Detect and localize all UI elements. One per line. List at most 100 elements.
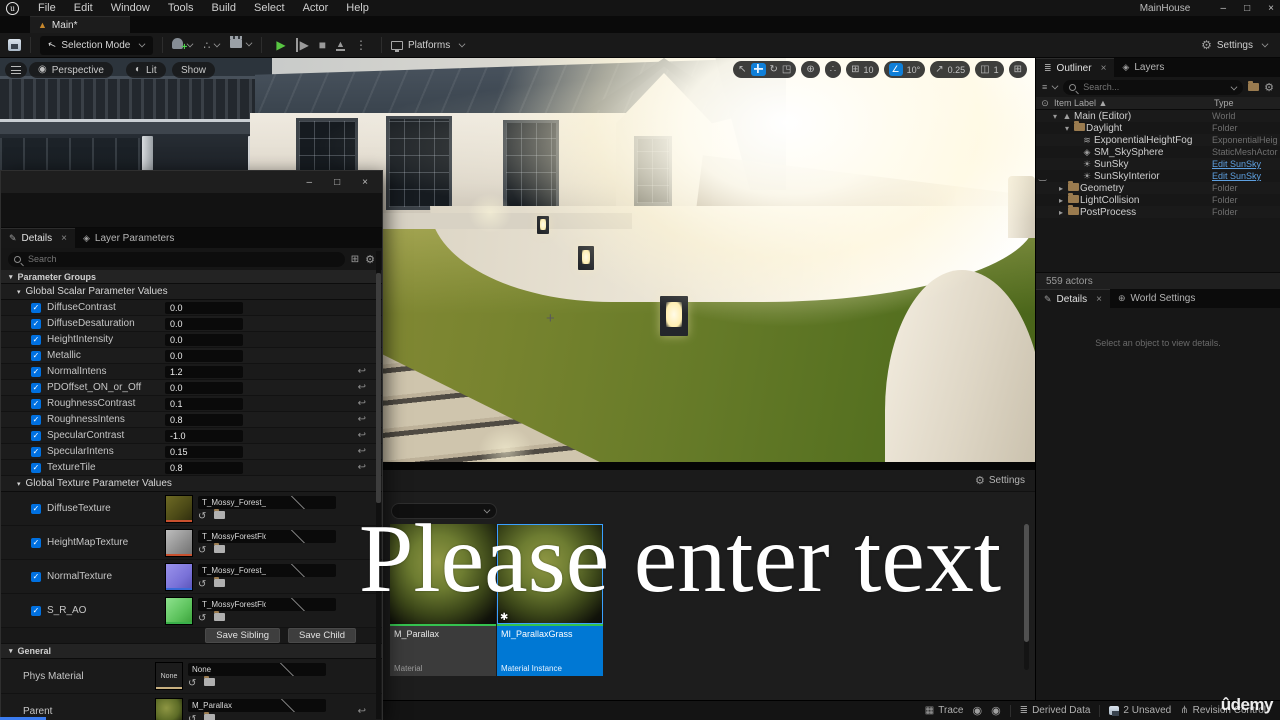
edit-sunsky-link[interactable]: Edit SunSky <box>1212 171 1261 181</box>
browse-to-asset-icon[interactable] <box>204 678 215 689</box>
viewport-options-button[interactable] <box>5 62 27 78</box>
parent-material-thumbnail[interactable] <box>155 698 183 720</box>
grid-snap-control[interactable]: ⊞ 10 <box>846 61 878 78</box>
insights-icon[interactable]: ◉ <box>972 704 982 717</box>
reset-to-default-icon[interactable]: ↩ <box>358 366 366 377</box>
details-search-input[interactable] <box>26 253 339 265</box>
close-button[interactable]: × <box>362 177 368 188</box>
param-checkbox[interactable]: ✓ <box>31 319 41 329</box>
param-value-field[interactable]: 1.2 <box>165 366 243 378</box>
close-icon[interactable]: × <box>61 233 67 244</box>
move-tool-icon[interactable] <box>751 63 766 76</box>
reset-to-default-icon[interactable]: ↩ <box>358 430 366 441</box>
visibility-eye-icon[interactable]: ⊙ <box>1036 98 1054 109</box>
surface-snap-icon[interactable]: ∴ <box>830 65 836 75</box>
column-item-label[interactable]: Item Label ▲ <box>1054 98 1214 108</box>
gear-icon[interactable]: ⚙ <box>365 253 375 266</box>
floating-window-titlebar[interactable]: – □ × <box>1 171 382 193</box>
menu-help[interactable]: Help <box>337 2 378 14</box>
texture-thumbnail[interactable] <box>165 495 193 523</box>
play-button[interactable]: ▶ <box>276 38 285 52</box>
section-general[interactable]: ▾General <box>1 644 382 659</box>
menu-select[interactable]: Select <box>245 2 294 14</box>
param-value-field[interactable]: 0.0 <box>165 350 243 362</box>
param-value-field[interactable]: 0.8 <box>165 462 243 474</box>
tab-outliner[interactable]: ≣ Outliner × <box>1036 58 1114 77</box>
scale-tool-icon[interactable]: ◳ <box>782 65 791 75</box>
tab-details-material[interactable]: ✎ Details × <box>1 228 75 248</box>
tab-layers[interactable]: ◈ Layers <box>1114 58 1172 77</box>
param-value-field[interactable]: 0.1 <box>165 398 243 410</box>
param-checkbox[interactable]: ✓ <box>31 606 41 616</box>
world-coordinate-icon[interactable]: ⊕ <box>806 65 814 75</box>
section-parameter-groups[interactable]: ▾Parameter Groups <box>1 270 382 284</box>
use-selected-asset-icon[interactable]: ↺ <box>198 511 206 522</box>
outliner-row-exponentialheightfog[interactable]: ≋ ExponentialHeightFog ExponentialHeigh <box>1036 134 1280 146</box>
filter-icon[interactable]: ≡ <box>1042 82 1047 92</box>
reset-to-default-icon[interactable]: ↩ <box>358 382 366 393</box>
add-actor-button[interactable] <box>172 38 193 52</box>
section-global-scalar[interactable]: ▾Global Scalar Parameter Values <box>1 284 382 300</box>
unreal-logo[interactable]: u <box>6 2 19 15</box>
selection-mode-dropdown[interactable]: ↖ Selection Mode <box>40 36 153 55</box>
param-checkbox[interactable]: ✓ <box>31 303 41 313</box>
unpin-icon[interactable]: ‿ <box>1039 171 1046 182</box>
play-options-kebab-icon[interactable]: ⋮ <box>355 38 367 52</box>
param-checkbox[interactable]: ✓ <box>31 538 41 548</box>
gear-icon[interactable]: ⚙ <box>1264 81 1274 94</box>
browse-to-asset-icon[interactable] <box>214 545 225 556</box>
tab-main-level[interactable]: ▲ Main* <box>30 16 130 33</box>
param-checkbox[interactable]: ✓ <box>31 415 41 425</box>
texture-asset-dropdown[interactable]: T_Mossy_Forest_Floor_vfylbge_2K_N <box>198 564 336 577</box>
browse-to-asset-icon[interactable] <box>214 511 225 522</box>
menu-edit[interactable]: Edit <box>65 2 102 14</box>
browse-to-asset-icon[interactable] <box>214 579 225 590</box>
minimize-button[interactable]: – <box>307 177 313 188</box>
phys-material-thumbnail[interactable]: None <box>155 662 183 690</box>
content-browser-scrollbar[interactable] <box>1024 524 1029 670</box>
param-checkbox[interactable]: ✓ <box>31 383 41 393</box>
texture-thumbnail[interactable] <box>165 563 193 591</box>
texture-thumbnail[interactable] <box>165 529 193 557</box>
derived-data-button[interactable]: ≣ Derived Data <box>1020 705 1091 716</box>
outliner-row-geometry[interactable]: ▸ Geometry Folder <box>1036 182 1280 194</box>
menu-build[interactable]: Build <box>203 2 245 14</box>
reset-to-default-icon[interactable]: ↩ <box>358 446 366 457</box>
stop-button[interactable]: ■ <box>319 38 326 52</box>
param-checkbox[interactable]: ✓ <box>31 335 41 345</box>
close-button[interactable]: × <box>1268 3 1274 14</box>
lit-dropdown[interactable]: ◐ Lit <box>126 62 166 78</box>
maximize-button[interactable]: □ <box>334 177 340 188</box>
edit-sunsky-link[interactable]: Edit SunSky <box>1212 159 1261 169</box>
param-checkbox[interactable]: ✓ <box>31 351 41 361</box>
unsaved-button[interactable]: 2 Unsaved <box>1109 705 1171 716</box>
show-dropdown[interactable]: Show <box>172 62 215 78</box>
save-icon[interactable] <box>8 39 21 51</box>
select-tool-icon[interactable]: ↖ <box>738 65 746 75</box>
platforms-dropdown[interactable]: Platforms <box>391 40 465 51</box>
texture-asset-dropdown[interactable]: T_MossyForestFloor_vfylbge_2K_ORDp <box>198 598 336 611</box>
browse-to-asset-icon[interactable] <box>204 714 215 720</box>
blueprints-button[interactable]: ∴ <box>203 39 220 52</box>
perspective-dropdown[interactable]: ◉ Perspective <box>29 62 113 78</box>
tab-details[interactable]: ✎ Details × <box>1036 289 1110 308</box>
param-checkbox[interactable]: ✓ <box>31 399 41 409</box>
outliner-row-lightcollision[interactable]: ▸ LightCollision Folder <box>1036 194 1280 206</box>
outliner-row-sunskyinterior[interactable]: ‿ ☀ SunSkyInterior Edit SunSky <box>1036 170 1280 182</box>
param-value-field[interactable]: 0.0 <box>165 334 243 346</box>
details-scrollbar[interactable] <box>376 251 381 719</box>
trace-button[interactable]: ▦ Trace <box>925 705 964 716</box>
outliner-row-sunsky[interactable]: ☀ SunSky Edit SunSky <box>1036 158 1280 170</box>
snapshot-icon[interactable]: ◉ <box>991 704 1001 717</box>
minimize-button[interactable]: – <box>1221 3 1227 14</box>
param-value-field[interactable]: 0.0 <box>165 318 243 330</box>
details-search[interactable] <box>8 252 345 267</box>
outliner-row-daylight[interactable]: ▾ Daylight Folder <box>1036 122 1280 134</box>
use-selected-asset-icon[interactable]: ↺ <box>188 714 196 720</box>
param-checkbox[interactable]: ✓ <box>31 504 41 514</box>
close-icon[interactable]: × <box>1096 294 1102 305</box>
parent-material-dropdown[interactable]: M_Parallax <box>188 699 326 712</box>
caret-down-icon[interactable]: ▾ <box>1050 112 1060 121</box>
display-options-icon[interactable]: ⊞ <box>351 254 359 265</box>
gear-icon[interactable]: ⚙ <box>975 474 985 487</box>
